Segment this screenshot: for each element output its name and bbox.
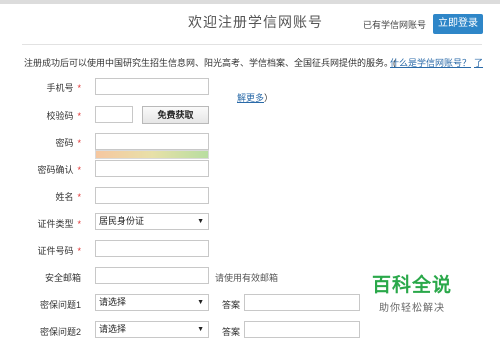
get-code-button[interactable]: 免费获取 (142, 106, 209, 124)
phone-label: 手机号 * (46, 83, 81, 93)
code-label: 校验码 * (46, 111, 81, 121)
id-type-label: 证件类型 * (37, 219, 81, 229)
q1-select[interactable]: 请选择 ▼ (95, 294, 209, 311)
dropdown-arrow-icon: ▼ (197, 299, 204, 306)
page-title: 欢迎注册学信网账号 (188, 14, 323, 30)
id-type-value: 居民身份证 (99, 216, 145, 226)
email-label: 安全邮箱 (44, 273, 81, 283)
id-type-select[interactable]: 居民身份证 ▼ (95, 213, 209, 230)
name-input[interactable] (95, 187, 209, 204)
answer2-label: 答案 (222, 327, 241, 337)
watermark-main: 百科全说 (371, 275, 452, 296)
q1-value: 请选择 (99, 297, 127, 307)
answer2-input[interactable] (244, 321, 360, 338)
dropdown-arrow-icon: ▼ (197, 218, 204, 225)
watermark-logo: 百科全说 助你轻松解决 (362, 270, 462, 314)
email-input[interactable] (95, 267, 209, 284)
code-input[interactable] (95, 106, 133, 123)
email-hint: 请使用有效邮箱 (215, 273, 279, 283)
what-is-account-link[interactable]: 什么是学信网账号？ (390, 56, 471, 69)
q1-label: 密保问题1 (39, 300, 81, 310)
login-button[interactable]: 立即登录 (433, 14, 483, 34)
watermark-sub: 助你轻松解决 (379, 303, 445, 314)
phone-input[interactable] (95, 78, 209, 95)
id-number-label: 证件号码 * (37, 246, 81, 256)
password-label: 密码 * (55, 138, 81, 148)
close-paren: ） (264, 93, 274, 103)
dropdown-arrow-icon: ▼ (197, 326, 204, 333)
password-strength-bar (95, 150, 209, 159)
answer1-input[interactable] (244, 294, 360, 311)
password-input[interactable] (95, 133, 209, 150)
learn-more-link-start[interactable]: 了 (474, 56, 483, 69)
has-account-text: 已有学信网账号 (363, 20, 427, 30)
id-number-input[interactable] (95, 240, 209, 257)
q2-value: 请选择 (99, 324, 127, 334)
learn-more-link[interactable]: 解更多 (237, 93, 264, 103)
intro-text: 注册成功后可以使用中国研究生招生信息网、阳光高考、学信档案、全国征兵网提供的服务… (24, 58, 396, 68)
confirm-label: 密码确认 * (37, 165, 81, 175)
name-label: 姓名 * (55, 192, 81, 202)
q2-select[interactable]: 请选择 ▼ (95, 321, 209, 338)
q2-label: 密保问题2 (39, 327, 81, 337)
top-strip (0, 0, 500, 4)
header-divider (22, 44, 482, 45)
answer1-label: 答案 (222, 300, 241, 310)
confirm-password-input[interactable] (95, 160, 209, 177)
learn-more-line: 解更多） (237, 91, 273, 104)
